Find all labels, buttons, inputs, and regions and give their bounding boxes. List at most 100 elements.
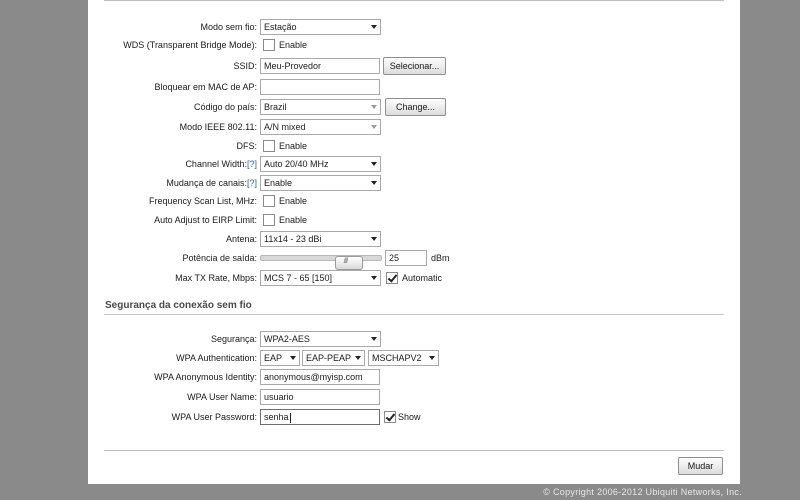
top-divider	[104, 0, 724, 1]
ap-mac-label: Bloquear em MAC de AP:	[154, 82, 257, 92]
dfs-label: DFS:	[236, 141, 257, 151]
max-tx-label: Max TX Rate, Mbps:	[175, 273, 257, 283]
row-wireless-mode: Modo sem fio: Estação	[88, 19, 740, 35]
ieee-mode-value: A/N mixed	[264, 122, 306, 132]
antenna-label: Antena:	[225, 234, 257, 244]
country-value: Brazil	[264, 102, 287, 112]
chevron-down-icon	[371, 25, 377, 29]
chevron-down-icon	[371, 276, 377, 280]
channel-shift-label-text: Mudança de canais:	[166, 178, 247, 188]
channel-width-select[interactable]: Auto 20/40 MHz	[260, 156, 381, 172]
channel-shift-help-link[interactable]: [?]	[247, 178, 257, 188]
select-ssid-button[interactable]: Selecionar...	[383, 57, 446, 75]
row-ieee-mode: Modo IEEE 802.11: A/N mixed	[88, 119, 740, 135]
bottom-divider	[104, 450, 724, 451]
row-country: Código do país: Brazil Change...	[88, 98, 740, 116]
antenna-select[interactable]: 11x14 - 23 dBi	[260, 231, 381, 247]
wpa-auth-inner-select[interactable]: MSCHAPV2	[368, 350, 439, 366]
password-input[interactable]: senha	[260, 409, 380, 425]
row-password: WPA User Password: senha Show	[88, 409, 740, 425]
user-name-value: usuario	[264, 392, 294, 402]
chevron-down-icon	[371, 337, 377, 341]
chevron-down-icon	[371, 162, 377, 166]
row-security: Segurança: WPA2-AES	[88, 331, 740, 347]
chevron-down-icon	[371, 237, 377, 241]
output-power-input[interactable]: 25	[385, 250, 427, 266]
password-value: senha	[264, 412, 289, 422]
channel-shift-select[interactable]: Enable	[260, 175, 381, 191]
ssid-label: SSID:	[233, 61, 257, 71]
output-power-slider[interactable]: ////	[260, 255, 382, 270]
eirp-checkbox[interactable]	[263, 214, 275, 226]
save-button[interactable]: Mudar	[678, 457, 723, 475]
security-section-divider	[104, 314, 724, 315]
row-max-tx: Max TX Rate, Mbps: MCS 7 - 65 [150] Auto…	[88, 270, 740, 286]
user-name-label: WPA User Name:	[187, 392, 257, 402]
change-country-button[interactable]: Change...	[385, 98, 446, 116]
ssid-value: Meu-Provedor	[264, 61, 322, 71]
row-user-name: WPA User Name: usuario	[88, 389, 740, 405]
ap-mac-input[interactable]	[260, 79, 380, 95]
antenna-value: 11x14 - 23 dBi	[264, 234, 322, 244]
security-label: Segurança:	[210, 334, 257, 344]
freq-scan-checkbox-label: Enable	[279, 196, 308, 206]
chevron-down-icon	[371, 181, 377, 185]
copyright-text: © Copyright 2006-2012 Ubiquiti Networks,…	[543, 487, 742, 497]
wireless-mode-select[interactable]: Estação	[260, 19, 381, 35]
text-caret	[289, 412, 291, 423]
row-wds: WDS (Transparent Bridge Mode): Enable	[88, 37, 740, 53]
ssid-input[interactable]: Meu-Provedor	[260, 58, 380, 74]
freq-scan-label: Frequency Scan List, MHz:	[148, 196, 257, 206]
chevron-down-icon	[371, 105, 377, 109]
dfs-checkbox[interactable]	[263, 140, 275, 152]
wpa-auth-method-select[interactable]: EAP	[260, 350, 300, 366]
wpa-auth-inner-value: MSCHAPV2	[372, 353, 422, 363]
wpa-auth-method-value: EAP	[264, 353, 283, 363]
ieee-mode-label: Modo IEEE 802.11:	[179, 122, 257, 132]
freq-scan-checkbox[interactable]	[263, 195, 275, 207]
wds-checkbox[interactable]	[263, 39, 275, 51]
output-power-unit: dBm	[431, 253, 450, 263]
anon-identity-label: WPA Anonymous Identity:	[154, 372, 257, 382]
output-power-label: Potência de saída:	[182, 253, 257, 263]
channel-width-help-link[interactable]: [?]	[247, 159, 257, 169]
wds-label: WDS (Transparent Bridge Mode):	[123, 40, 257, 50]
row-channel-width: Channel Width:[?] Auto 20/40 MHz	[88, 156, 740, 172]
settings-panel: Modo sem fio: Estação WDS (Transparent B…	[88, 0, 740, 484]
anon-identity-input[interactable]: anonymous@myisp.com	[260, 369, 380, 385]
channel-width-label: Channel Width:[?]	[88, 156, 257, 172]
row-ssid: SSID: Meu-Provedor Selecionar...	[88, 57, 740, 75]
user-name-input[interactable]: usuario	[260, 389, 380, 405]
max-tx-value: MCS 7 - 65 [150]	[264, 273, 333, 283]
show-password-label: Show	[398, 412, 421, 422]
max-tx-select[interactable]: MCS 7 - 65 [150]	[260, 270, 381, 286]
wpa-auth-label: WPA Authentication:	[176, 353, 257, 363]
dfs-checkbox-label: Enable	[279, 141, 308, 151]
row-anon-identity: WPA Anonymous Identity: anonymous@myisp.…	[88, 369, 740, 385]
show-password-checkbox[interactable]	[384, 411, 396, 423]
country-label: Código do país:	[193, 102, 257, 112]
channel-width-label-text: Channel Width:	[185, 159, 247, 169]
anon-identity-value: anonymous@myisp.com	[264, 372, 363, 382]
chevron-down-icon	[355, 356, 361, 360]
row-wpa-auth: WPA Authentication: EAP EAP-PEAP MSCHAPV…	[88, 350, 740, 366]
channel-shift-value: Enable	[264, 178, 293, 188]
wpa-auth-eap-select[interactable]: EAP-PEAP	[302, 350, 365, 366]
country-select[interactable]: Brazil	[260, 99, 381, 115]
row-output-power: Potência de saída: //// 25 dBm	[88, 250, 740, 270]
row-eirp: Auto Adjust to EIRP Limit: Enable	[88, 212, 740, 228]
channel-width-value: Auto 20/40 MHz	[264, 159, 329, 169]
wpa-auth-eap-value: EAP-PEAP	[306, 353, 352, 363]
chevron-down-icon	[371, 125, 377, 129]
row-ap-mac: Bloquear em MAC de AP:	[88, 79, 740, 95]
ieee-mode-select[interactable]: A/N mixed	[260, 119, 381, 135]
max-tx-automatic-checkbox[interactable]	[386, 272, 398, 284]
row-channel-shift: Mudança de canais:[?] Enable	[88, 175, 740, 191]
eirp-checkbox-label: Enable	[279, 215, 308, 225]
chevron-down-icon	[429, 356, 435, 360]
slider-handle[interactable]: ////	[334, 256, 363, 270]
row-dfs: DFS: Enable	[88, 138, 740, 154]
row-freq-scan: Frequency Scan List, MHz: Enable	[88, 193, 740, 209]
security-select[interactable]: WPA2-AES	[260, 331, 381, 347]
security-section-title: Segurança da conexão sem fio	[105, 300, 252, 311]
